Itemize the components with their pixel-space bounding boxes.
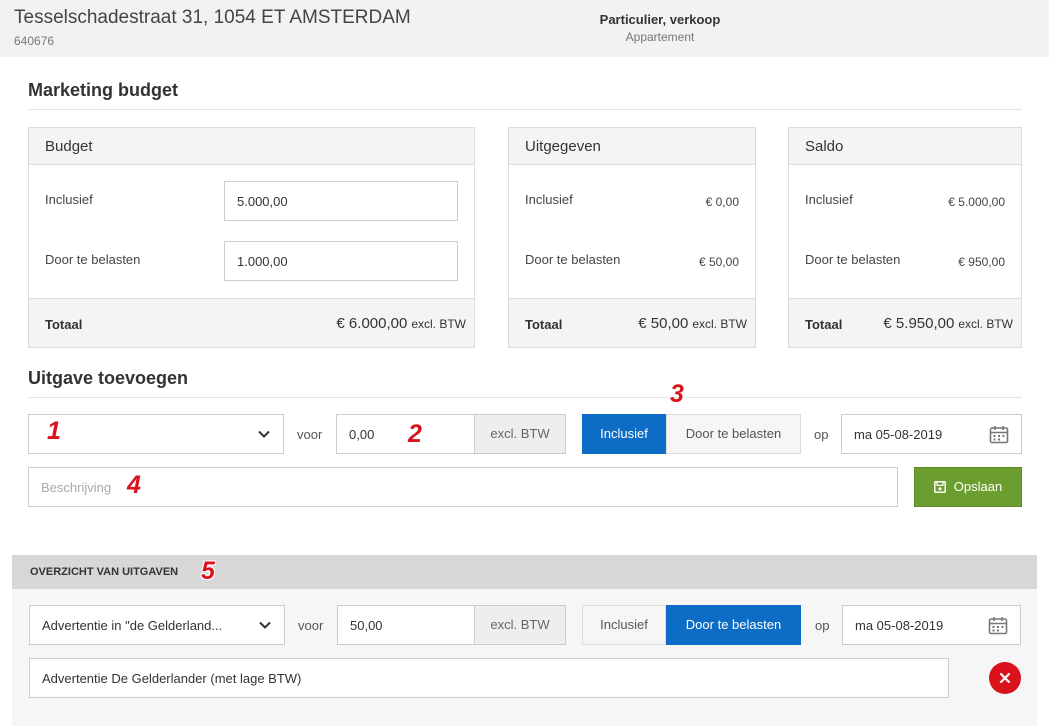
expense-category-select[interactable]: Advertentie in "de Gelderland... xyxy=(29,605,285,645)
inclusive-label: Inclusief xyxy=(525,192,573,207)
balance-card: Saldo Inclusief € 5.000,00 Door te belas… xyxy=(788,127,1022,348)
charge-label: Door te belasten xyxy=(805,252,901,267)
card-footer: Totaal € 5.950,00 excl. BTW xyxy=(789,298,1021,347)
amount-input[interactable] xyxy=(336,414,475,454)
for-label: voor xyxy=(297,427,323,442)
expense-category-select[interactable] xyxy=(28,414,284,454)
annotation-marker-4: 4 xyxy=(127,471,141,499)
inclusive-value: € 0,00 xyxy=(705,195,739,209)
card-title: Budget xyxy=(29,128,474,165)
description-input[interactable] xyxy=(28,467,898,507)
total-value: € 5.950,00 excl. BTW xyxy=(883,315,1013,332)
add-expense-title: Uitgave toevoegen xyxy=(28,368,189,388)
save-label: Opslaan xyxy=(953,479,1003,494)
total-value: € 6.000,00 excl. BTW xyxy=(336,315,466,332)
charge-label: Door te belasten xyxy=(525,252,621,267)
total-suffix: excl. BTW xyxy=(411,317,466,331)
object-id: 640676 xyxy=(14,34,55,48)
page-header: Tesselschadestraat 31, 1054 ET AMSTERDAM… xyxy=(0,0,1049,57)
total-label: Totaal xyxy=(45,317,83,332)
date-picker[interactable]: ma 05-08-2019 xyxy=(841,414,1022,454)
card-footer: Totaal € 50,00 excl. BTW xyxy=(509,298,755,347)
date-value: ma 05-08-2019 xyxy=(855,618,944,633)
delete-button[interactable] xyxy=(989,662,1021,694)
property-subtype: Appartement xyxy=(625,30,695,44)
overview-title: OVERZICHT VAN UITGAVEN xyxy=(30,566,179,578)
total-amount: € 50,00 xyxy=(638,315,689,332)
inclusive-label: Inclusief xyxy=(805,192,853,207)
budget-charge-input[interactable] xyxy=(224,241,458,281)
date-value: ma 05-08-2019 xyxy=(854,427,943,442)
overview-header: OVERZICHT VAN UITGAVEN xyxy=(12,555,1037,589)
marketing-budget-title: Marketing budget xyxy=(28,80,179,100)
card-title: Uitgegeven xyxy=(509,128,755,165)
chevron-down-icon xyxy=(259,621,271,629)
annotation-marker-3: 3 xyxy=(670,380,684,408)
total-suffix: excl. BTW xyxy=(692,317,747,331)
calendar-icon[interactable] xyxy=(989,425,1009,444)
annotation-marker-1: 1 xyxy=(47,417,61,445)
total-amount: € 5.950,00 xyxy=(883,315,955,332)
inclusive-value: € 5.000,00 xyxy=(948,195,1005,209)
total-label: Totaal xyxy=(805,317,843,332)
inclusive-label: Inclusief xyxy=(45,192,93,207)
total-amount: € 6.000,00 xyxy=(336,315,408,332)
spent-card: Uitgegeven Inclusief € 0,00 Door te bela… xyxy=(508,127,756,348)
annotation-marker-5: 5 xyxy=(201,557,215,585)
calendar-icon[interactable] xyxy=(988,616,1008,635)
chevron-down-icon xyxy=(258,430,270,438)
budget-card: Budget Inclusief Door te belasten Totaal… xyxy=(28,127,475,348)
toggle-inclusive[interactable]: Inclusief xyxy=(582,605,666,645)
annotation-marker-2: 2 xyxy=(408,420,422,448)
budget-inclusive-input[interactable] xyxy=(224,181,458,221)
amount-input[interactable] xyxy=(337,605,475,645)
save-icon xyxy=(933,481,946,493)
total-value: € 50,00 excl. BTW xyxy=(638,315,747,332)
toggle-charge[interactable]: Door te belasten xyxy=(666,605,801,645)
divider xyxy=(28,109,1022,110)
description-input[interactable] xyxy=(29,658,949,698)
on-label: op xyxy=(815,618,830,633)
amount-suffix: excl. BTW xyxy=(475,414,566,454)
divider xyxy=(28,397,1022,398)
charge-value: € 950,00 xyxy=(958,255,1005,269)
total-label: Totaal xyxy=(525,317,563,332)
listing-type: Particulier, verkoop xyxy=(599,12,721,27)
amount-suffix: excl. BTW xyxy=(475,605,566,645)
for-label: voor xyxy=(298,618,324,633)
charge-label: Door te belasten xyxy=(45,252,141,267)
card-footer: Totaal € 6.000,00 excl. BTW xyxy=(29,298,474,347)
toggle-charge[interactable]: Door te belasten xyxy=(666,414,801,454)
charge-value: € 50,00 xyxy=(698,255,739,269)
card-title: Saldo xyxy=(789,128,1021,165)
toggle-inclusive[interactable]: Inclusief xyxy=(582,414,666,454)
category-value: Advertentie in "de Gelderland... xyxy=(42,618,223,633)
date-picker[interactable]: ma 05-08-2019 xyxy=(842,605,1021,645)
total-suffix: excl. BTW xyxy=(958,317,1013,331)
on-label: op xyxy=(814,427,829,442)
property-address: Tesselschadestraat 31, 1054 ET AMSTERDAM xyxy=(14,7,411,28)
save-button[interactable]: Opslaan xyxy=(914,467,1022,507)
close-icon xyxy=(999,672,1011,684)
